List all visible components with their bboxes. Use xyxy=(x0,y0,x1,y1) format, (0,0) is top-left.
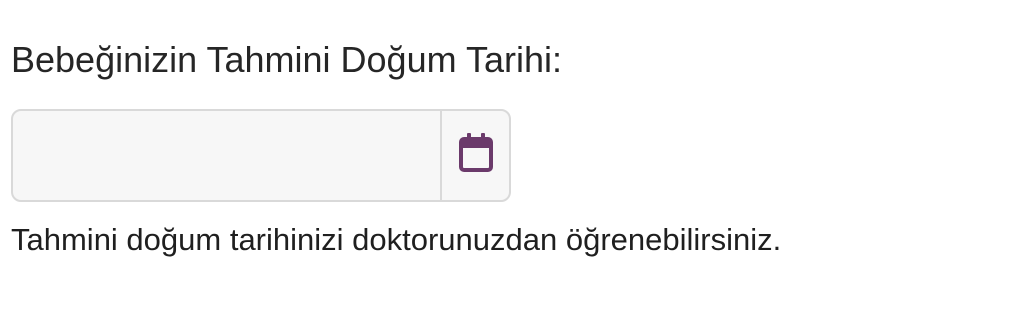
due-date-input-group xyxy=(11,109,511,202)
calendar-icon xyxy=(457,132,495,179)
due-date-input[interactable] xyxy=(13,111,440,200)
calendar-button[interactable] xyxy=(440,111,509,200)
due-date-help-text: Tahmini doğum tarihinizi doktorunuzdan ö… xyxy=(11,222,782,257)
due-date-label: Bebeğinizin Tahmini Doğum Tarihi: xyxy=(11,39,562,80)
